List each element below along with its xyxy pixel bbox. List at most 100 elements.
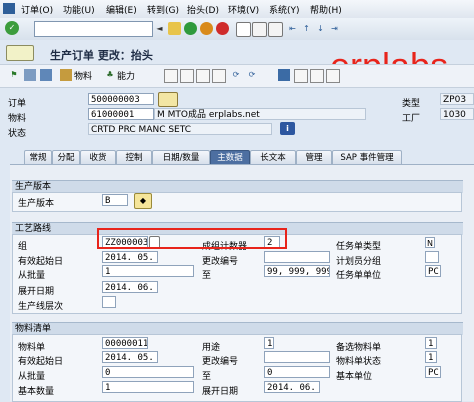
menu-environment[interactable]: 环境(V): [228, 3, 259, 16]
components-icon[interactable]: [40, 69, 52, 81]
menu-goto[interactable]: 转到(G): [147, 3, 179, 16]
tab-goods-receipt[interactable]: 收货: [80, 150, 116, 165]
bom-status-label: 物料单状态: [336, 357, 382, 367]
exit-icon[interactable]: [200, 22, 213, 35]
cost-icon[interactable]: [212, 69, 226, 83]
base-unit-field[interactable]: PC: [425, 366, 441, 378]
table-icon[interactable]: [326, 69, 340, 83]
menu-help[interactable]: 帮助(H): [310, 3, 342, 16]
production-version-label: 生产版本: [18, 199, 55, 209]
task-list-type-field[interactable]: N: [425, 237, 435, 248]
bom-explosion-date-field[interactable]: 2014. 06. 05: [264, 381, 320, 393]
refresh-icon[interactable]: ⟳: [230, 69, 242, 81]
routing-valid-from-field[interactable]: 2014. 05. 02: [102, 251, 158, 263]
bom-from-lot-field[interactable]: 0: [102, 366, 194, 378]
base-quantity-field[interactable]: 1: [102, 381, 194, 393]
tab-master-data[interactable]: 主数据: [210, 150, 250, 165]
doc-icon[interactable]: [310, 69, 324, 83]
production-version-select-icon[interactable]: ◆: [134, 193, 152, 209]
command-dropdown-icon[interactable]: ◄: [153, 22, 166, 35]
find-next-icon[interactable]: [268, 22, 283, 37]
list-icon[interactable]: [294, 69, 308, 83]
tab-control[interactable]: 控制: [116, 150, 152, 165]
base-quantity-label: 基本数量: [18, 387, 55, 397]
routing-from-lot-label: 从批量: [18, 271, 46, 281]
alternative-bom-field[interactable]: 1: [425, 337, 437, 349]
previous-page-icon[interactable]: ↑: [300, 22, 313, 35]
tab-sap-event-mgmt[interactable]: SAP 事件管理: [332, 150, 402, 165]
first-page-icon[interactable]: ⇤: [286, 22, 299, 35]
capacity-button[interactable]: 能力: [117, 69, 135, 82]
cancel-icon[interactable]: [216, 22, 229, 35]
tab-dates-quantities[interactable]: 日期/数量: [152, 150, 210, 165]
menu-system[interactable]: 系统(Y): [269, 3, 300, 16]
planner-group-label: 计划员分组: [336, 257, 382, 267]
next-page-icon[interactable]: ↓: [314, 22, 327, 35]
bom-status-field[interactable]: 1: [425, 351, 437, 363]
base-unit-label: 基本单位: [336, 372, 373, 382]
plant-label: 工厂: [402, 114, 421, 124]
material-button[interactable]: 物料: [74, 69, 92, 82]
tab-assignment[interactable]: 分配: [52, 150, 80, 165]
order-field[interactable]: 500000003: [88, 93, 154, 105]
type-label: 类型: [402, 99, 421, 109]
bom-usage-field[interactable]: 1: [264, 337, 274, 349]
routing-change-number-field[interactable]: [264, 251, 330, 263]
menu-function[interactable]: 功能(U): [63, 3, 95, 16]
title-bar: 生产订单 更改：抬头 erplabs: [0, 40, 474, 84]
bom-label: 物料单: [18, 343, 46, 353]
routing-from-lot-field[interactable]: 1: [102, 265, 194, 277]
schedule-icon[interactable]: [196, 69, 210, 83]
print-icon[interactable]: [236, 22, 251, 37]
status-label: 状态: [8, 129, 27, 139]
bom-field[interactable]: 00000011: [102, 337, 148, 349]
last-page-icon[interactable]: ⇥: [328, 22, 341, 35]
alternative-bom-label: 备选物料单: [336, 343, 382, 353]
plant-field: 1030: [440, 108, 474, 120]
production-version-group: [12, 192, 462, 212]
routing-explosion-date-field[interactable]: 2014. 06. 05: [102, 281, 158, 293]
refresh-alt-icon[interactable]: ⟳: [246, 69, 258, 81]
bom-valid-from-label: 有效起始日: [18, 357, 64, 367]
back-icon[interactable]: [184, 22, 197, 35]
command-field[interactable]: [34, 21, 153, 37]
bom-change-number-field[interactable]: [264, 351, 330, 363]
bom-from-lot-label: 从批量: [18, 372, 46, 382]
tab-general[interactable]: 常规: [24, 150, 52, 165]
sap-logo-icon[interactable]: [3, 3, 15, 17]
tab-long-text[interactable]: 长文本: [250, 150, 296, 165]
flag-icon[interactable]: ⚑: [8, 69, 20, 81]
production-line-level-field[interactable]: [102, 296, 116, 308]
routing-valid-from-label: 有效起始日: [18, 257, 64, 267]
production-version-field[interactable]: B: [102, 194, 128, 206]
bom-to-field[interactable]: 0: [264, 366, 330, 378]
display-change-icon[interactable]: [6, 45, 34, 61]
task-list-unit-field[interactable]: PC: [425, 265, 441, 277]
bom-valid-from-field[interactable]: 2014. 05. 02: [102, 351, 158, 363]
grid-icon[interactable]: [278, 69, 290, 81]
routing-to-field[interactable]: 99, 999, 999: [264, 265, 330, 277]
material-field[interactable]: 61000001: [88, 108, 154, 120]
order-label: 订单: [8, 99, 27, 109]
find-icon[interactable]: [252, 22, 267, 37]
task-list-type-label: 任务单类型: [336, 242, 382, 252]
task-list-unit-label: 任务单单位: [336, 271, 382, 281]
menu-header[interactable]: 抬头(D): [187, 3, 219, 16]
menu-order[interactable]: 订单(O): [21, 3, 53, 16]
routing-to-label: 至: [202, 271, 212, 281]
enter-icon[interactable]: ✓: [5, 21, 19, 35]
edit-order-icon[interactable]: [158, 92, 178, 107]
release-icon[interactable]: [180, 69, 194, 83]
material-description: M MTO成品 erplabs.net: [154, 108, 366, 120]
menu-edit[interactable]: 编辑(E): [106, 3, 137, 16]
operations-icon[interactable]: [24, 69, 36, 81]
tab-administration[interactable]: 管理: [296, 150, 332, 165]
bom-change-number-label: 更改编号: [202, 357, 239, 367]
type-field: ZP03: [440, 93, 474, 105]
planner-group-field[interactable]: [425, 251, 439, 263]
info-icon[interactable]: i: [280, 122, 295, 135]
status-field: CRTD PRC MANC SETC: [88, 123, 272, 135]
save-icon[interactable]: [168, 22, 181, 35]
application-toolbar: ⚑ 物料 ♣ 能力 ⟳ ⟳: [0, 64, 474, 88]
print-order-icon[interactable]: [164, 69, 178, 83]
